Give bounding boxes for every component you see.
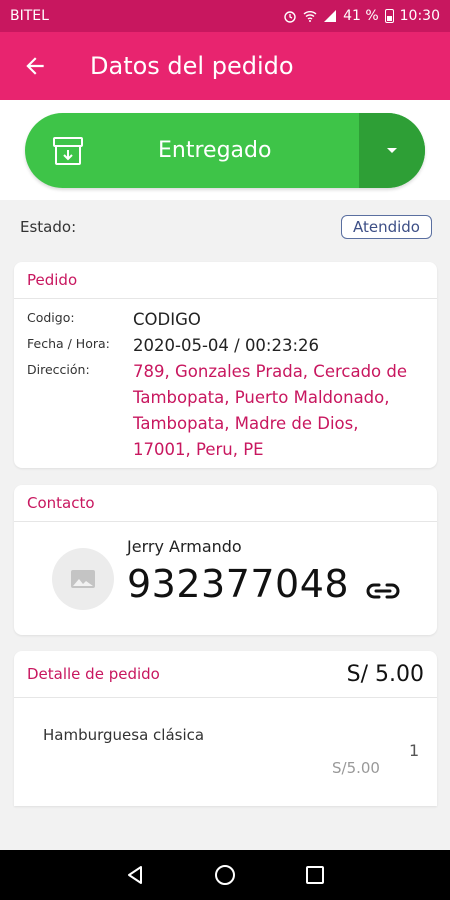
contact-phone[interactable]: 932377048 <box>127 562 349 606</box>
wifi-icon <box>303 11 317 22</box>
item-name: Hamburguesa clásica <box>43 726 205 744</box>
back-button[interactable] <box>0 32 70 100</box>
direccion-line: 17001, Peru, PE <box>133 440 264 459</box>
archive-icon <box>53 136 83 165</box>
direccion-value[interactable]: 789, Gonzales Prada, Cercado de Tambopat… <box>133 359 433 463</box>
battery-percent: 41 % <box>343 8 379 24</box>
codigo-value: CODIGO <box>133 310 201 329</box>
clock-time: 10:30 <box>399 8 440 24</box>
alarm-icon <box>284 11 296 23</box>
battery-icon <box>384 9 394 23</box>
detalle-total: S/ 5.00 <box>346 661 424 687</box>
direccion-line: Tambopata, Madre de Dios, <box>133 414 359 433</box>
nav-home-icon <box>215 865 235 885</box>
system-nav-bar <box>0 850 450 900</box>
direccion-row: Dirección: 789, Gonzales Prada, Cercado … <box>14 359 437 463</box>
nav-recents-icon <box>306 866 324 884</box>
direccion-line: Tambopata, Puerto Maldonado, <box>133 388 390 407</box>
status-dropdown-button[interactable] <box>359 113 425 188</box>
arrow-back-icon <box>26 57 44 75</box>
contacto-header: Contacto <box>14 485 437 522</box>
status-bar: BITEL 41 % 10:30 <box>0 0 450 32</box>
detalle-card: Detalle de pedido S/ 5.00 Hamburguesa cl… <box>14 651 437 806</box>
codigo-row: Codigo: CODIGO <box>14 307 437 333</box>
status-action-area: Entregado <box>0 100 450 200</box>
codigo-label: Codigo: <box>27 310 75 325</box>
nav-back-button[interactable] <box>120 860 150 890</box>
estado-label: Estado: <box>20 218 77 236</box>
fecha-label: Fecha / Hora: <box>27 336 110 351</box>
direccion-label: Dirección: <box>27 362 90 377</box>
nav-home-button[interactable] <box>210 860 240 890</box>
caret-down-icon <box>387 147 397 153</box>
direccion-line: 789, Gonzales Prada, Cercado de <box>133 362 408 381</box>
estado-row: Estado: Atendido <box>20 213 432 241</box>
carrier-label: BITEL <box>10 8 49 24</box>
status-badge: Atendido <box>340 215 432 239</box>
link-button[interactable] <box>364 576 402 606</box>
nav-recents-button[interactable] <box>300 860 330 890</box>
page-title: Datos del pedido <box>90 52 294 80</box>
pedido-card: Pedido Codigo: CODIGO Fecha / Hora: 2020… <box>14 262 437 468</box>
status-split-button: Entregado <box>25 113 425 188</box>
contacto-card: Contacto Jerry Armando 932377048 <box>14 485 437 635</box>
signal-icon <box>324 10 337 22</box>
detalle-header-row: Detalle de pedido S/ 5.00 <box>14 651 437 698</box>
image-placeholder-icon <box>71 570 95 588</box>
app-bar: Datos del pedido <box>0 32 450 100</box>
contact-name: Jerry Armando <box>127 537 242 556</box>
fecha-value: 2020-05-04 / 00:23:26 <box>133 336 320 355</box>
link-icon <box>366 583 400 599</box>
pedido-header: Pedido <box>14 262 437 299</box>
status-button[interactable]: Entregado <box>25 113 359 188</box>
avatar <box>52 548 114 610</box>
item-price: S/5.00 <box>332 759 380 777</box>
fecha-row: Fecha / Hora: 2020-05-04 / 00:23:26 <box>14 333 437 359</box>
nav-back-icon <box>128 866 142 884</box>
status-button-label: Entregado <box>158 138 272 163</box>
detalle-header: Detalle de pedido <box>27 665 160 683</box>
item-qty: 1 <box>409 741 420 760</box>
